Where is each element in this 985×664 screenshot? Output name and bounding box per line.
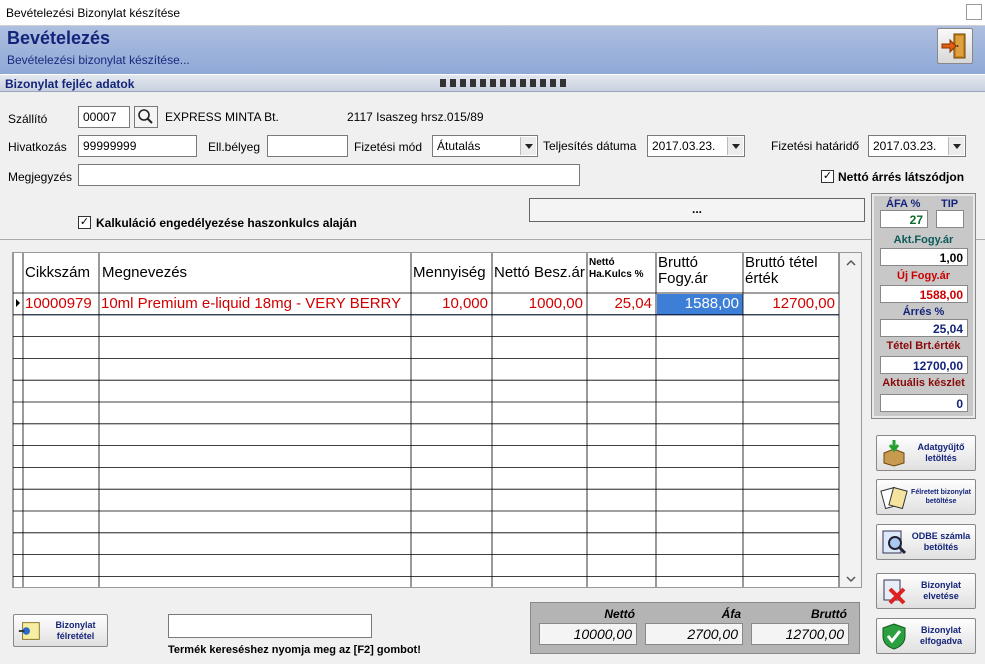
due-date-label: Fizetési határidő — [771, 139, 860, 153]
column-header[interactable]: Bruttó Fogy.ár — [658, 255, 741, 287]
item-gross-value: 12700,00 — [880, 356, 968, 374]
fulfillment-date-value: 2017.03.23. — [652, 139, 716, 153]
items-grid[interactable]: Cikkszám Megnevezés Mennyiség Nettó Besz.ár… — [12, 252, 862, 588]
window-close-button[interactable] — [966, 4, 982, 20]
grid-cell-megnevezes[interactable]: 10ml Premium e-liquid 18mg - VERY BERRY — [101, 295, 407, 312]
reference-field[interactable]: 99999999 — [78, 135, 197, 157]
shield-check-icon — [882, 623, 906, 650]
exit-door-icon — [941, 33, 966, 59]
ellipsis-button[interactable]: ... — [529, 198, 865, 222]
column-header[interactable]: Nettó Besz.ár — [494, 265, 585, 281]
net-total-label: Nettó — [604, 607, 635, 621]
page-subtitle: Bevételezési bizonylat készítése... — [7, 53, 190, 67]
current-price-value: 1,00 — [880, 248, 968, 266]
folder-documents-icon — [880, 486, 908, 510]
section-header: Bizonylat fejléc adatok — [0, 74, 985, 92]
vat-value: 27 — [880, 210, 928, 228]
payment-method-select[interactable]: Átutalás — [432, 135, 538, 157]
margin-value: 25,04 — [880, 319, 968, 337]
odbe-invoice-load-button[interactable]: ODBE számla betöltés — [876, 524, 976, 560]
park-document-label: Bizonylat félretétel — [55, 619, 96, 641]
column-header[interactable]: Nettó Ha.Kulcs % — [589, 257, 654, 281]
stock-value: 0 — [880, 394, 968, 412]
item-gross-label: Tétel Brt.érték — [886, 340, 961, 352]
net-margin-checkbox[interactable]: ✓ — [821, 170, 834, 183]
page-header: Bevételezés Bevételezési bizonylat készí… — [0, 26, 985, 74]
net-total-value: 10000,00 — [539, 623, 637, 645]
item-info-panel: ÁFA % TIP 27 Akt.Fogy.ár 1,00 Új Fogy.ár… — [871, 193, 976, 419]
note-field[interactable] — [78, 164, 580, 186]
search-icon — [138, 109, 153, 124]
header-form-panel: Szállító 00007 EXPRESS MINTA Bt. 2117 Is… — [0, 92, 985, 240]
column-header[interactable]: Megnevezés — [102, 265, 410, 281]
totals-panel: Nettó Áfa Bruttó 10000,00 2700,00 12700,… — [530, 602, 860, 654]
odbe-invoice-load-label: ODBE számla betöltés — [911, 531, 971, 552]
note-label: Megjegyzés — [8, 170, 73, 184]
column-header[interactable]: Cikkszám — [25, 265, 97, 281]
calculation-label: Kalkuláció engedélyezése haszonkulcs ala… — [96, 216, 357, 230]
payment-method-label: Fizetési mód — [354, 140, 423, 154]
fulfillment-date-label: Teljesítés dátuma — [543, 139, 637, 153]
download-box-icon — [883, 440, 905, 467]
column-header[interactable]: Bruttó tétel érték — [745, 255, 837, 287]
accept-document-button[interactable]: Bizonylat elfogadva — [876, 618, 976, 654]
search-hint: Termék kereséshez nyomja meg az [F2] gom… — [168, 644, 421, 656]
accept-document-label: Bizonylat elfogadva — [919, 625, 962, 646]
fulfillment-date-picker[interactable]: 2017.03.23. — [647, 135, 745, 157]
grid-cell-brutto_fogy[interactable]: 1588,00 — [658, 295, 739, 312]
vat-label: ÁFA % — [886, 198, 921, 210]
due-date-value: 2017.03.23. — [873, 139, 937, 153]
reference-label: Hivatkozás — [8, 140, 67, 154]
page-title: Bevételezés — [7, 28, 111, 48]
product-search-input[interactable] — [168, 614, 372, 638]
vat-total-label: Áfa — [721, 607, 741, 621]
supplier-label: Szállító — [8, 112, 48, 126]
new-price-value: 1588,00 — [880, 285, 968, 303]
pin-note-icon — [18, 622, 40, 640]
payment-method-value: Átutalás — [437, 139, 481, 153]
grid-cell-brutto_tetel[interactable]: 12700,00 — [745, 295, 835, 312]
collector-download-label: Adatgyűjtő letöltés — [917, 442, 965, 463]
chevron-down-icon — [948, 137, 964, 155]
gross-total-value: 12700,00 — [751, 623, 849, 645]
calculation-checkbox[interactable]: ✓ — [78, 216, 91, 229]
new-price-label: Új Fogy.ár — [897, 270, 950, 282]
net-margin-label: Nettó árrés látszódjon — [838, 170, 965, 184]
chevron-down-icon — [727, 137, 743, 155]
grid-cell-hakulcs[interactable]: 25,04 — [589, 295, 652, 312]
due-date-picker[interactable]: 2017.03.23. — [868, 135, 966, 157]
grid-cell-mennyiseg[interactable]: 10,000 — [413, 295, 488, 312]
collector-download-button[interactable]: Adatgyűjtő letöltés — [876, 435, 976, 471]
stamp-field[interactable] — [267, 135, 348, 157]
section-title: Bizonylat fejléc adatok — [5, 77, 135, 91]
column-header[interactable]: Mennyiség — [413, 265, 490, 281]
grid-cell-netto_besz[interactable]: 1000,00 — [494, 295, 583, 312]
magnifier-document-icon — [882, 530, 907, 555]
stamp-label: Ell.bélyeg — [208, 140, 261, 154]
delete-document-icon — [883, 579, 906, 605]
splitter-grip[interactable] — [440, 79, 570, 87]
park-document-button[interactable]: Bizonylat félretétel — [13, 614, 108, 647]
window-titlebar: Bevételezési Bizonylat készítése — [0, 0, 985, 26]
supplier-search-button[interactable] — [134, 106, 158, 128]
exit-button[interactable] — [937, 28, 973, 64]
chevron-down-icon — [520, 137, 536, 155]
supplier-code-field[interactable]: 00007 — [78, 106, 130, 128]
supplier-address: 2117 Isaszeg hrsz.015/89 — [347, 110, 484, 124]
tip-value — [936, 210, 964, 228]
grid-cell-cikkszam[interactable]: 10000979 — [25, 295, 95, 312]
stock-label: Aktuális készlet — [882, 377, 965, 389]
parked-document-load-button[interactable]: Félretett bizonylat betöltése — [876, 479, 976, 515]
gross-total-label: Bruttó — [811, 607, 847, 621]
current-price-label: Akt.Fogy.ár — [893, 234, 954, 246]
tip-label: TIP — [941, 198, 959, 210]
vat-total-value: 2700,00 — [645, 623, 743, 645]
window-title: Bevételezési Bizonylat készítése — [6, 6, 181, 20]
discard-document-label: Bizonylat elvetése — [920, 580, 961, 601]
discard-document-button[interactable]: Bizonylat elvetése — [876, 573, 976, 609]
parked-document-load-label: Félretett bizonylat betöltése — [911, 489, 971, 505]
margin-label: Árrés % — [902, 306, 945, 318]
supplier-name: EXPRESS MINTA Bt. — [165, 110, 279, 124]
